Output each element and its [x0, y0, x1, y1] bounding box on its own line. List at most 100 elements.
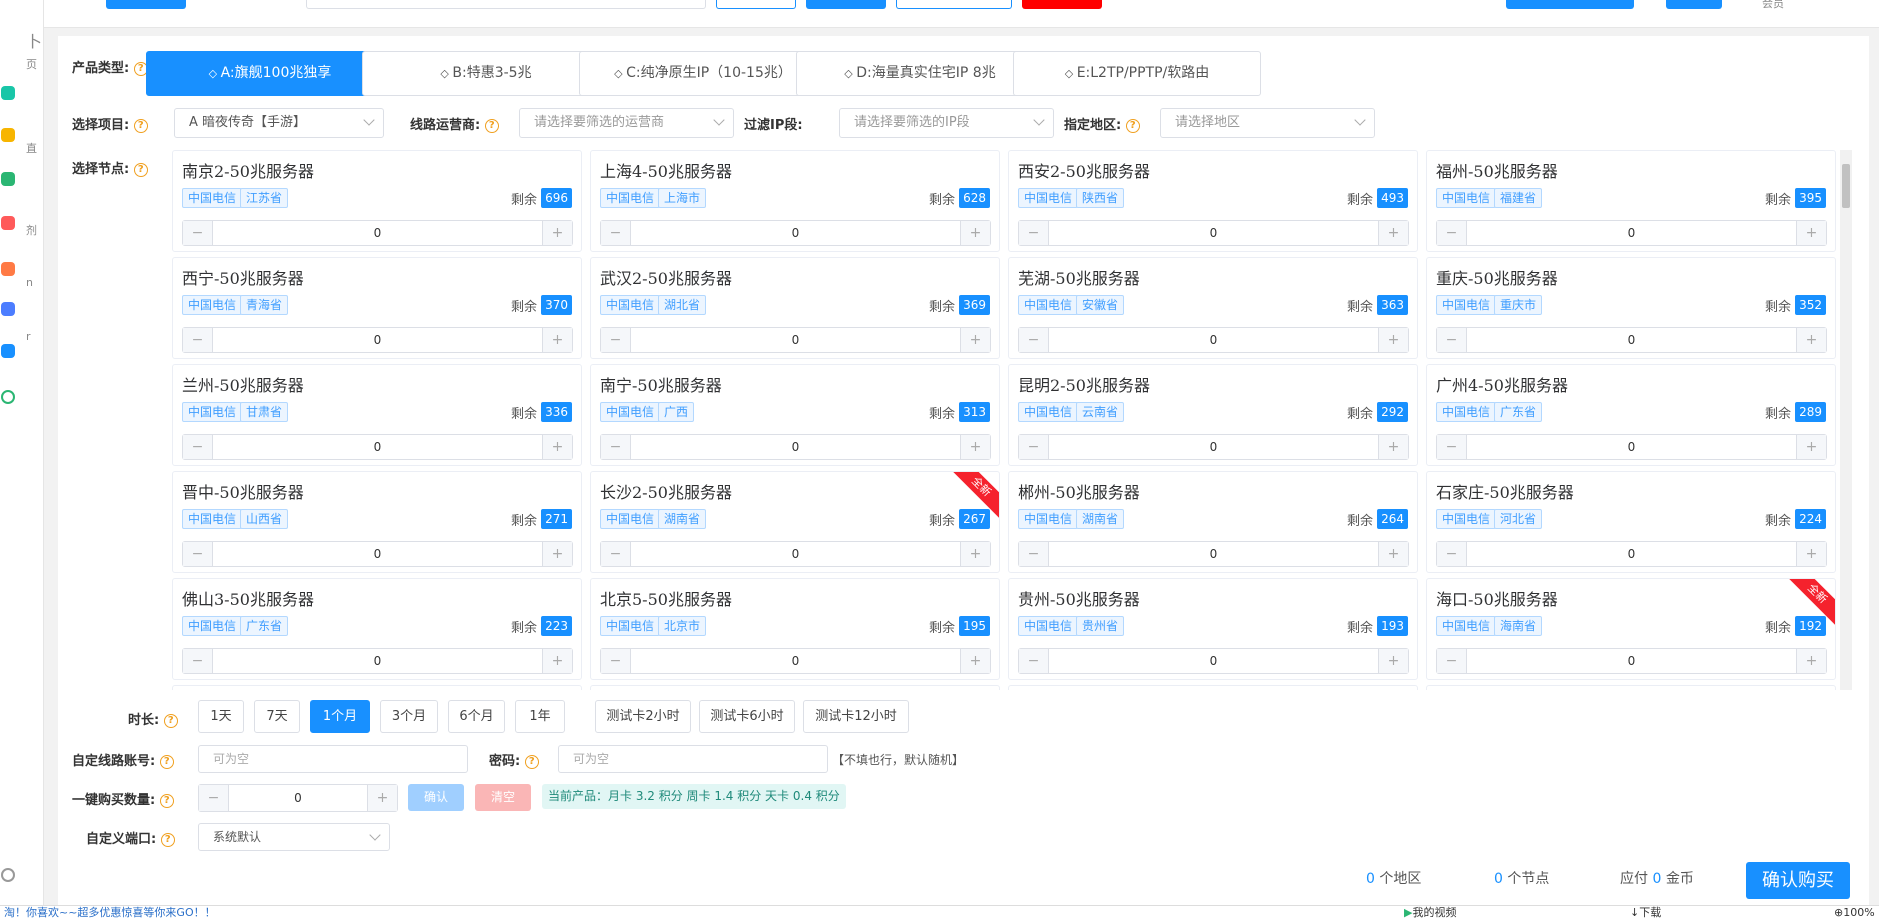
quantity-value[interactable]: 0: [631, 649, 960, 673]
quantity-value[interactable]: 0: [1467, 649, 1796, 673]
node-card[interactable]: 石家庄-50兆服务器 中国电信 河北省 剩余 224 −0 +: [1426, 471, 1836, 573]
increment-button[interactable]: +: [1796, 542, 1826, 566]
top-button[interactable]: [1506, 0, 1634, 9]
project-select[interactable]: A 暗夜传奇【手游】: [174, 108, 384, 138]
quantity-stepper[interactable]: −0 +: [1436, 220, 1827, 246]
duration-option[interactable]: 3个月: [380, 700, 438, 733]
increment-button[interactable]: +: [367, 785, 397, 811]
top-button[interactable]: [1666, 0, 1722, 9]
quantity-stepper[interactable]: −0 +: [182, 434, 573, 460]
node-card[interactable]: 西安2-50兆服务器 中国电信 陕西省 剩余 493 −0 +: [1008, 150, 1418, 252]
decrement-button[interactable]: −: [1019, 542, 1049, 566]
increment-button[interactable]: +: [1378, 542, 1408, 566]
quantity-value[interactable]: 0: [213, 542, 542, 566]
marquee-text[interactable]: 淘！你喜欢~~超多优惠惊喜等你来GO！！: [4, 906, 216, 920]
increment-button[interactable]: +: [542, 328, 572, 352]
quantity-stepper[interactable]: −0 +: [600, 327, 991, 353]
zoom-level[interactable]: ⊕100%: [1834, 906, 1875, 920]
decrement-button[interactable]: −: [1437, 328, 1467, 352]
node-card[interactable]: [172, 685, 582, 690]
node-card[interactable]: 福州-50兆服务器 中国电信 福建省 剩余 395 −0 +: [1426, 150, 1836, 252]
help-icon[interactable]: ?: [484, 118, 499, 133]
quantity-stepper[interactable]: −0 +: [600, 648, 991, 674]
quantity-value[interactable]: 0: [1467, 542, 1796, 566]
help-icon[interactable]: ?: [133, 118, 148, 133]
quantity-stepper[interactable]: −0 +: [1018, 434, 1409, 460]
quantity-stepper[interactable]: −0 +: [1018, 327, 1409, 353]
node-card[interactable]: 武汉2-50兆服务器 中国电信 湖北省 剩余 369 −0 +: [590, 257, 1000, 359]
product-type-option[interactable]: ◇ A:旗舰100兆独享: [146, 51, 394, 96]
help-icon[interactable]: ?: [524, 754, 539, 769]
quantity-value[interactable]: 0: [631, 542, 960, 566]
increment-button[interactable]: +: [542, 435, 572, 459]
decrement-button[interactable]: −: [199, 785, 229, 811]
decrement-button[interactable]: −: [183, 649, 213, 673]
node-card[interactable]: 上海4-50兆服务器 中国电信 上海市 剩余 628 −0 +: [590, 150, 1000, 252]
help-icon[interactable]: ?: [133, 162, 148, 177]
quantity-stepper[interactable]: −0 +: [1018, 220, 1409, 246]
bulk-quantity-stepper[interactable]: − 0 +: [198, 784, 398, 812]
increment-button[interactable]: +: [1378, 649, 1408, 673]
node-card[interactable]: 昆明2-50兆服务器 中国电信 云南省 剩余 292 −0 +: [1008, 364, 1418, 466]
app-icon[interactable]: [1, 390, 15, 404]
node-card[interactable]: 南京2-50兆服务器 中国电信 江苏省 剩余 696 −0 +: [172, 150, 582, 252]
quantity-value[interactable]: 0: [213, 649, 542, 673]
decrement-button[interactable]: −: [1437, 542, 1467, 566]
password-input[interactable]: 可为空: [558, 745, 828, 773]
quantity-value[interactable]: 0: [631, 328, 960, 352]
product-type-option[interactable]: ◇ B:特惠3-5兆: [362, 51, 610, 96]
clear-button[interactable]: 清空: [475, 784, 531, 811]
quantity-value[interactable]: 0: [631, 435, 960, 459]
settings-icon[interactable]: [1, 868, 15, 882]
decrement-button[interactable]: −: [183, 435, 213, 459]
node-card[interactable]: 贵州-50兆服务器 中国电信 贵州省 剩余 193 −0 +: [1008, 578, 1418, 680]
buy-button[interactable]: 确认购买: [1746, 862, 1850, 899]
quantity-stepper[interactable]: −0 +: [1018, 648, 1409, 674]
duration-option[interactable]: 1年: [515, 700, 565, 733]
scrollbar-thumb[interactable]: [1842, 164, 1850, 208]
quantity-stepper[interactable]: −0 +: [182, 220, 573, 246]
help-icon[interactable]: ?: [159, 793, 174, 808]
decrement-button[interactable]: −: [183, 221, 213, 245]
product-type-option[interactable]: ◇ D:海量真实住宅IP 8兆: [796, 51, 1044, 96]
carrier-select[interactable]: 请选择要筛选的运营商: [519, 108, 734, 138]
help-icon[interactable]: ?: [163, 713, 178, 728]
increment-button[interactable]: +: [1796, 435, 1826, 459]
node-card[interactable]: 海口-50兆服务器 中国电信 海南省 剩余 192−0 + 全新: [1426, 578, 1836, 680]
increment-button[interactable]: +: [960, 542, 990, 566]
app-icon[interactable]: [1, 172, 15, 186]
decrement-button[interactable]: −: [1019, 221, 1049, 245]
increment-button[interactable]: +: [960, 328, 990, 352]
quantity-value[interactable]: 0: [1049, 435, 1378, 459]
product-type-option[interactable]: ◇ E:L2TP/PPTP/软路由: [1013, 51, 1261, 96]
quantity-value[interactable]: 0: [1467, 435, 1796, 459]
quantity-value[interactable]: 0: [213, 435, 542, 459]
decrement-button[interactable]: −: [1019, 649, 1049, 673]
node-card[interactable]: [1426, 685, 1836, 690]
increment-button[interactable]: +: [1796, 649, 1826, 673]
increment-button[interactable]: +: [1378, 328, 1408, 352]
help-icon[interactable]: ?: [160, 832, 175, 847]
account-input[interactable]: 可为空: [198, 745, 468, 773]
bulk-quantity-value[interactable]: 0: [229, 785, 367, 811]
decrement-button[interactable]: −: [183, 328, 213, 352]
top-button[interactable]: [806, 0, 886, 9]
quantity-value[interactable]: 0: [1049, 328, 1378, 352]
decrement-button[interactable]: −: [1437, 221, 1467, 245]
ip-select[interactable]: 请选择要筛选的IP段: [839, 108, 1054, 138]
node-card[interactable]: 郴州-50兆服务器 中国电信 湖南省 剩余 264 −0 +: [1008, 471, 1418, 573]
node-grid-scrollbar[interactable]: [1840, 150, 1852, 690]
increment-button[interactable]: +: [960, 649, 990, 673]
decrement-button[interactable]: −: [1437, 435, 1467, 459]
decrement-button[interactable]: −: [601, 221, 631, 245]
node-card[interactable]: 重庆-50兆服务器 中国电信 重庆市 剩余 352 −0 +: [1426, 257, 1836, 359]
node-card[interactable]: 芜湖-50兆服务器 中国电信 安徽省 剩余 363 −0 +: [1008, 257, 1418, 359]
quantity-value[interactable]: 0: [1049, 649, 1378, 673]
node-card[interactable]: 西宁-50兆服务器 中国电信 青海省 剩余 370 −0 +: [172, 257, 582, 359]
download-link[interactable]: ↓下载: [1630, 906, 1661, 920]
decrement-button[interactable]: −: [601, 328, 631, 352]
quantity-stepper[interactable]: −0 +: [182, 327, 573, 353]
node-card[interactable]: 晋中-50兆服务器 中国电信 山西省 剩余 271 −0 +: [172, 471, 582, 573]
test-duration-option[interactable]: 测试卡6小时: [699, 700, 795, 733]
node-card[interactable]: 长沙2-50兆服务器 中国电信 湖南省 剩余 267−0 + 全新: [590, 471, 1000, 573]
